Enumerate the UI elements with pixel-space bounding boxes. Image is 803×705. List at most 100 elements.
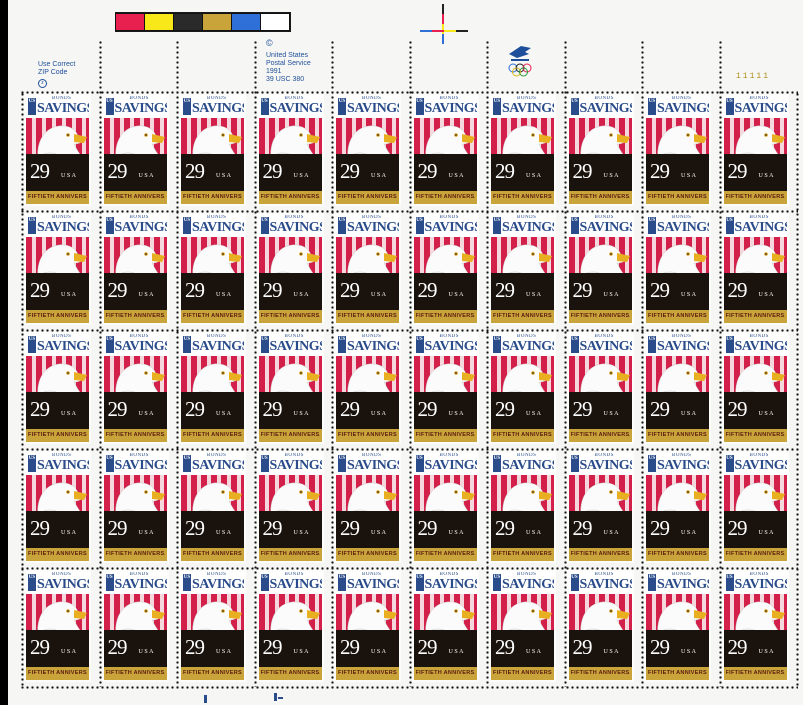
stamp-cell: US BONDS SAVINGS 29 USA FIFTIETH ANNIVER…	[175, 568, 253, 687]
stamp-country: USA	[216, 530, 233, 536]
stamp-country: USA	[448, 411, 466, 417]
stamp-denomination: 29	[185, 278, 205, 302]
stamp-country: USA	[371, 530, 388, 536]
stamp-us-label: US	[725, 98, 734, 115]
stamp: US BONDS SAVINGS 29 USA FIFTIETH ANNIVER…	[181, 453, 244, 561]
stamp-anniversary: FIFTIETH ANNIVERSARY	[260, 432, 320, 438]
stamp-denomination: 29	[650, 635, 670, 659]
usps-inscription: United States Postal Service 1991 39 USC…	[266, 52, 311, 84]
color-swatch	[173, 13, 203, 31]
stamp-country: USA	[216, 292, 233, 298]
perforation-row	[20, 567, 798, 570]
stamp-country: USA	[526, 649, 543, 655]
stamp-country: USA	[758, 173, 776, 179]
stamp-us-label: US	[260, 574, 269, 591]
stamp-anniversary: FIFTIETH ANNIVERSARY	[105, 194, 165, 200]
stamp-anniversary: FIFTIETH ANNIVERSARY	[28, 670, 87, 676]
stamp-savings-label: SAVINGS	[657, 101, 709, 116]
stamp-anniversary: FIFTIETH ANNIVERSARY	[725, 194, 785, 200]
stamp-denomination: 29	[340, 516, 360, 540]
stamp-us-label: US	[338, 574, 346, 591]
stamp-savings-label: SAVINGS	[114, 101, 167, 116]
color-registration-bar	[115, 12, 291, 32]
plate-numbers: 11111	[736, 72, 771, 81]
stamp-cell: US BONDS SAVINGS 29 USA FIFTIETH ANNIVER…	[640, 449, 718, 568]
perforation-column	[176, 40, 179, 687]
perforation-column	[331, 40, 334, 687]
stamp: US BONDS SAVINGS 29 USA FIFTIETH ANNIVER…	[568, 572, 632, 680]
registration-mark-horizontal	[420, 30, 468, 32]
registration-mark-vertical	[442, 4, 444, 44]
stamp-us-label: US	[105, 336, 114, 353]
stamp-anniversary: FIFTIETH ANNIVERSARY	[260, 313, 320, 319]
stamp-country: USA	[61, 292, 78, 298]
stamp-us-label: US	[183, 98, 191, 115]
stamp-us-label: US	[570, 217, 579, 234]
stamp-cell: US BONDS SAVINGS 29 USA FIFTIETH ANNIVER…	[563, 92, 641, 211]
stamp: US BONDS SAVINGS 29 USA FIFTIETH ANNIVER…	[258, 96, 322, 204]
stamp-anniversary: FIFTIETH ANNIVERSARY	[183, 313, 242, 319]
stamp-savings-label: SAVINGS	[192, 339, 244, 354]
stamp: US BONDS SAVINGS 29 USA FIFTIETH ANNIVER…	[103, 453, 167, 561]
stamp-country: USA	[681, 530, 698, 536]
stamp: US BONDS SAVINGS 29 USA FIFTIETH ANNIVER…	[181, 334, 244, 442]
stamp-savings-label: SAVINGS	[502, 339, 554, 354]
stamp-savings-label: SAVINGS	[269, 339, 322, 354]
stamp-cell: US BONDS SAVINGS 29 USA FIFTIETH ANNIVER…	[563, 568, 641, 687]
mr-zip-icon: z	[38, 79, 47, 88]
stamp-us-label: US	[725, 217, 734, 234]
stamp-cell: US BONDS SAVINGS 29 USA FIFTIETH ANNIVER…	[485, 568, 563, 687]
stamp: US BONDS SAVINGS 29 USA FIFTIETH ANNIVER…	[103, 572, 167, 680]
stamp: US BONDS SAVINGS 29 USA FIFTIETH ANNIVER…	[336, 215, 399, 323]
stamp-us-label: US	[105, 217, 114, 234]
stamp-us-label: US	[570, 336, 579, 353]
stamp-cell: US BONDS SAVINGS 29 USA FIFTIETH ANNIVER…	[330, 330, 408, 449]
stamp-cell: US BONDS SAVINGS 29 USA FIFTIETH ANNIVER…	[20, 568, 98, 687]
stamp-denomination: 29	[650, 397, 670, 421]
stamp-country: USA	[526, 530, 543, 536]
stamp-sheet: Use Correct ZIP Code z © United States P…	[8, 0, 803, 705]
stamp-savings-label: SAVINGS	[347, 458, 399, 473]
stamp-grid: US BONDS SAVINGS 29 USA FIFTIETH ANNIVER…	[20, 92, 795, 687]
stamp-country: USA	[603, 411, 621, 417]
stamp-savings-label: SAVINGS	[502, 220, 554, 235]
zip-line-1: Use Correct	[38, 61, 76, 68]
stamp: US BONDS SAVINGS 29 USA FIFTIETH ANNIVER…	[646, 453, 709, 561]
stamp-denomination: 29	[495, 159, 515, 183]
stamp: US BONDS SAVINGS 29 USA FIFTIETH ANNIVER…	[258, 215, 322, 323]
stamp-savings-label: SAVINGS	[579, 577, 632, 592]
stamp-denomination: 29	[495, 516, 515, 540]
stamp-us-label: US	[648, 574, 656, 591]
stamp-denomination: 29	[572, 516, 593, 540]
stamp-anniversary: FIFTIETH ANNIVERSARY	[493, 194, 552, 200]
stamp-anniversary: FIFTIETH ANNIVERSARY	[570, 313, 630, 319]
stamp-denomination: 29	[185, 159, 205, 183]
stamp-cell: US BONDS SAVINGS 29 USA FIFTIETH ANNIVER…	[718, 568, 796, 687]
stamp: US BONDS SAVINGS 29 USA FIFTIETH ANNIVER…	[491, 334, 554, 442]
stamp-denomination: 29	[30, 278, 50, 302]
stamp-denomination: 29	[262, 159, 283, 183]
stamp-anniversary: FIFTIETH ANNIVERSARY	[415, 432, 475, 438]
perforation-row	[20, 448, 798, 451]
stamp-us-label: US	[648, 217, 656, 234]
stamp-cell: US BONDS SAVINGS 29 USA FIFTIETH ANNIVER…	[98, 92, 176, 211]
stamp-us-label: US	[648, 455, 656, 472]
stamp-anniversary: FIFTIETH ANNIVERSARY	[260, 194, 320, 200]
stamp-cell: US BONDS SAVINGS 29 USA FIFTIETH ANNIVER…	[408, 568, 486, 687]
stamp: US BONDS SAVINGS 29 USA FIFTIETH ANNIVER…	[568, 96, 632, 204]
stamp-anniversary: FIFTIETH ANNIVERSARY	[648, 670, 707, 676]
stamp-savings-label: SAVINGS	[502, 101, 554, 116]
stamp-savings-label: SAVINGS	[579, 339, 632, 354]
stamp: US BONDS SAVINGS 29 USA FIFTIETH ANNIVER…	[26, 215, 89, 323]
stamp-us-label: US	[338, 217, 346, 234]
stamp-anniversary: FIFTIETH ANNIVERSARY	[183, 551, 242, 557]
stamp-cell: US BONDS SAVINGS 29 USA FIFTIETH ANNIVER…	[718, 92, 796, 211]
stamp-us-label: US	[725, 574, 734, 591]
stamp-anniversary: FIFTIETH ANNIVERSARY	[648, 194, 707, 200]
stamp-anniversary: FIFTIETH ANNIVERSARY	[28, 194, 87, 200]
stamp-country: USA	[138, 173, 156, 179]
stamp-country: USA	[526, 173, 543, 179]
stamp-savings-label: SAVINGS	[502, 577, 554, 592]
stamp-us-label: US	[105, 98, 114, 115]
stamp-us-label: US	[338, 336, 346, 353]
